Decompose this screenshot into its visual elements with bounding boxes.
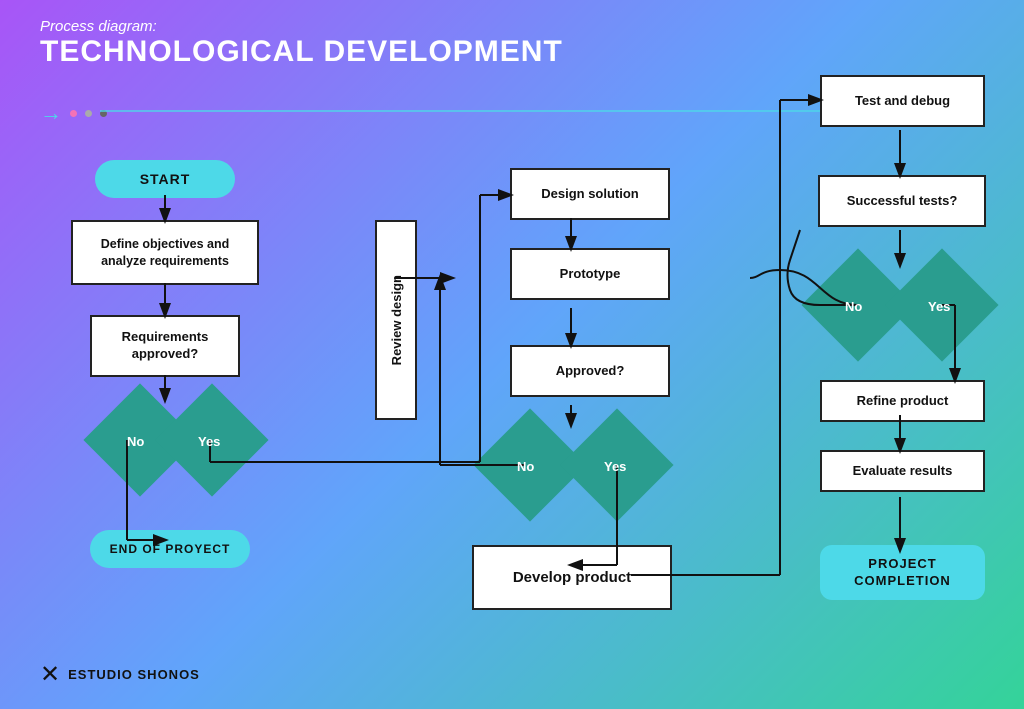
arrow-icon: → bbox=[40, 100, 62, 126]
successful-tests-node: Successful tests? bbox=[818, 175, 986, 227]
refine-product-node: Refine product bbox=[820, 380, 985, 422]
logo-text: ESTUDIO SHONOS bbox=[68, 667, 200, 682]
project-completion-node: PROJECT COMPLETION bbox=[820, 545, 985, 600]
header: Process diagram: TECHNOLOGICAL DEVELOPME… bbox=[40, 18, 563, 69]
evaluate-results-node: Evaluate results bbox=[820, 450, 985, 492]
dot-pink bbox=[70, 110, 77, 117]
end-project-node: END OF PROYECT bbox=[90, 530, 250, 568]
develop-product-node: Develop product bbox=[472, 545, 672, 610]
review-design-node: Review design bbox=[375, 220, 417, 420]
subtitle: Process diagram: bbox=[40, 18, 563, 35]
decorative-dots: → bbox=[40, 100, 107, 126]
logo-icon: ✕ bbox=[40, 660, 60, 689]
test-yes-diamond bbox=[885, 248, 998, 361]
dot-gray bbox=[85, 110, 92, 117]
req-yes-diamond bbox=[155, 383, 268, 496]
prototype-node: Prototype bbox=[510, 248, 670, 300]
requirements-approved-node: Requirementsapproved? bbox=[90, 315, 240, 377]
design-solution-node: Design solution bbox=[510, 168, 670, 220]
logo: ✕ ESTUDIO SHONOS bbox=[40, 660, 200, 689]
start-node: START bbox=[95, 160, 235, 198]
test-debug-node: Test and debug bbox=[820, 75, 985, 127]
approved-node: Approved? bbox=[510, 345, 670, 397]
title: TECHNOLOGICAL DEVELOPMENT bbox=[40, 35, 563, 69]
approved-yes-diamond bbox=[560, 408, 673, 521]
define-objectives-node: Define objectives andanalyze requirement… bbox=[71, 220, 259, 285]
